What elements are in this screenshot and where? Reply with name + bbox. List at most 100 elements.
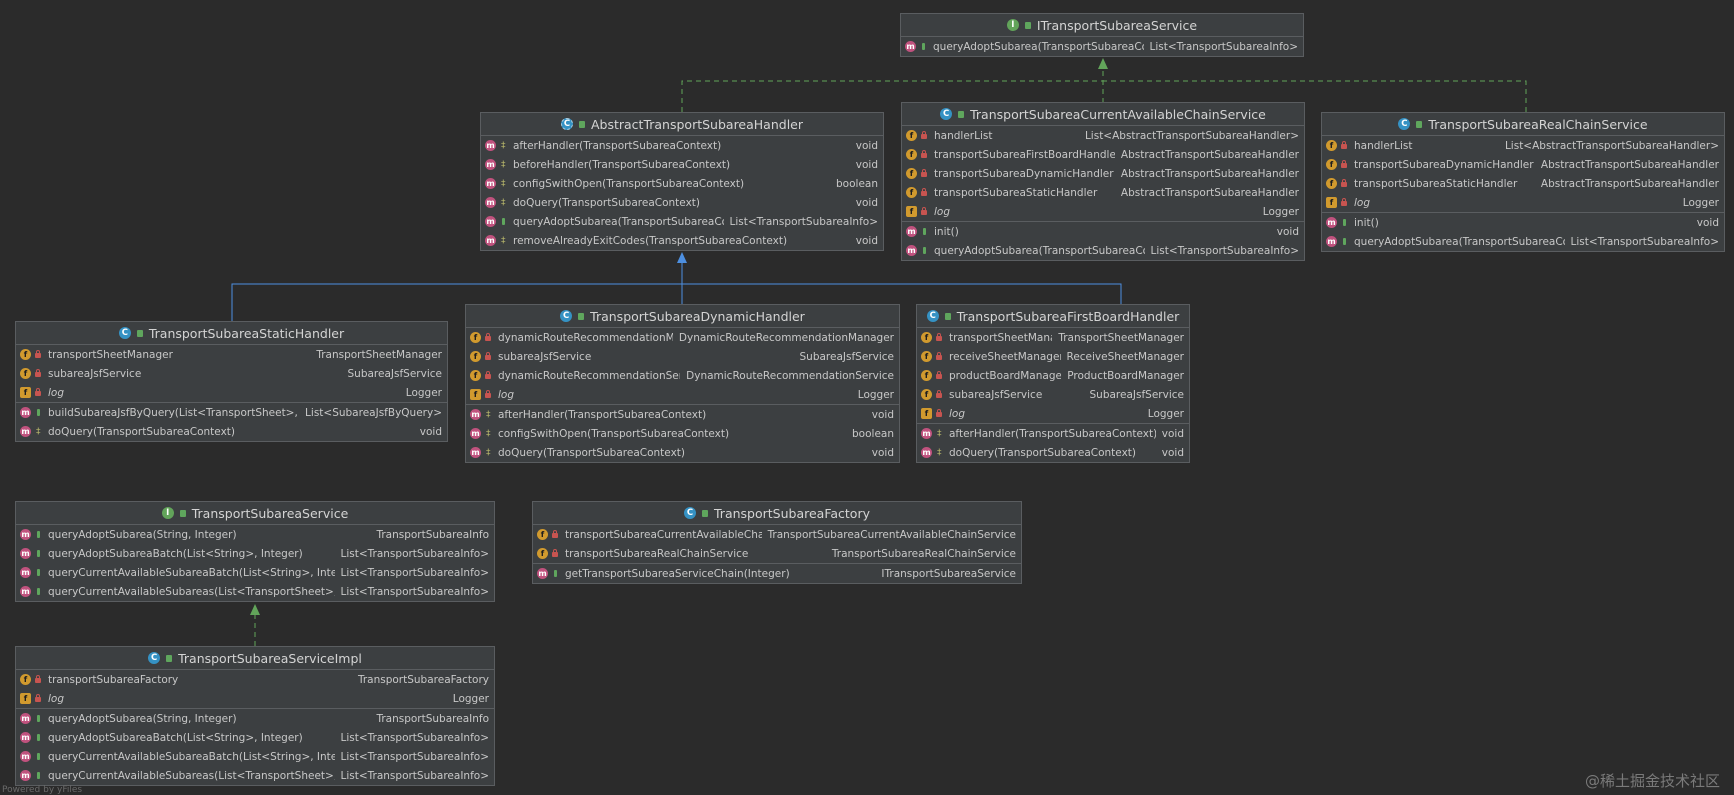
method-row[interactable]: m init() void bbox=[1322, 213, 1724, 232]
fields-section: f transportSheetManager TransportSheetMana… bbox=[917, 328, 1189, 424]
field-row[interactable]: f receiveSheetManager ReceiveSheetManager bbox=[917, 347, 1189, 366]
field-icon: f bbox=[537, 548, 548, 559]
method-row[interactable]: m queryAdoptSubarea(String, Integer) Trans… bbox=[16, 709, 494, 728]
member-name: queryAdoptSubarea(TransportSubareaContex… bbox=[933, 40, 1144, 53]
field-row[interactable]: f transportSubareaFirstBoardHandler Abstra… bbox=[902, 145, 1304, 164]
method-row[interactable]: m queryAdoptSubarea(TransportSubareaConte… bbox=[901, 37, 1303, 56]
field-row[interactable]: f transportSubareaRealChainService Transpo… bbox=[533, 544, 1021, 563]
class-header: C TransportSubareaDynamicHandler bbox=[466, 305, 899, 328]
field-row[interactable]: f subareaJsfService SubareaJsfService bbox=[917, 385, 1189, 404]
method-row[interactable]: m queryAdoptSubarea(TransportSubareaConte… bbox=[902, 241, 1304, 260]
field-row[interactable]: f log Logger bbox=[902, 202, 1304, 221]
method-row[interactable]: m afterHandler(TransportSubareaContext) vo… bbox=[917, 424, 1189, 443]
field-row[interactable]: f transportSubareaStaticHandler AbstractTr… bbox=[1322, 174, 1724, 193]
field-row[interactable]: f log Logger bbox=[917, 404, 1189, 423]
interface-kind-icon: I bbox=[1006, 19, 1019, 31]
method-row[interactable]: m queryAdoptSubarea(TransportSubareaConte… bbox=[481, 212, 883, 231]
method-icon: m bbox=[485, 197, 496, 208]
class-box-subarea-service[interactable]: I TransportSubareaService m queryAdoptSubar… bbox=[15, 501, 495, 602]
field-icon: f bbox=[906, 130, 917, 141]
field-row[interactable]: f transportSheetManager TransportSheetMana… bbox=[917, 328, 1189, 347]
public-visibility-icon bbox=[166, 654, 173, 662]
member-name: afterHandler(TransportSubareaContext) bbox=[513, 139, 722, 152]
field-row[interactable]: f log Logger bbox=[466, 385, 899, 404]
method-row[interactable]: m queryCurrentAvailableSubareaBatch(List<… bbox=[16, 747, 494, 766]
method-row[interactable]: m init() void bbox=[902, 222, 1304, 241]
member-name: subareaJsfService bbox=[949, 388, 1043, 401]
field-row[interactable]: f transportSubareaCurrentAvailableChainSe… bbox=[533, 525, 1021, 544]
field-row[interactable]: f log Logger bbox=[16, 689, 494, 708]
class-box-subarea-factory[interactable]: C TransportSubareaFactory f transportSubare… bbox=[532, 501, 1022, 584]
member-name: log bbox=[1354, 196, 1371, 209]
field-row[interactable]: f productBoardManager ProductBoardManager bbox=[917, 366, 1189, 385]
member-name: queryCurrentAvailableSubareaBatch(List<S… bbox=[48, 750, 335, 763]
member-type: void bbox=[1276, 225, 1299, 238]
method-row[interactable]: m afterHandler(TransportSubareaContext) vo… bbox=[466, 405, 899, 424]
field-row[interactable]: f log Logger bbox=[16, 383, 447, 402]
field-row[interactable]: f transportSheetManager TransportSheetMana… bbox=[16, 345, 447, 364]
public-visibility-icon bbox=[136, 329, 143, 337]
public-visibility-icon bbox=[34, 568, 42, 577]
methods-section: m afterHandler(TransportSubareaContext) vo… bbox=[917, 424, 1189, 462]
method-row[interactable]: m afterHandler(TransportSubareaContext) vo… bbox=[481, 136, 883, 155]
method-row[interactable]: m beforeHandler(TransportSubareaContext) v… bbox=[481, 155, 883, 174]
logger-field-icon: f bbox=[1326, 197, 1337, 208]
class-box-dynamic-handler[interactable]: C TransportSubareaDynamicHandler f dynamicR… bbox=[465, 304, 900, 463]
method-row[interactable]: m removeAlreadyExitCodes(TransportSubarea… bbox=[481, 231, 883, 250]
field-row[interactable]: f handlerList List<AbstractTransportSubare… bbox=[1322, 136, 1724, 155]
public-visibility-icon bbox=[34, 408, 42, 417]
field-icon: f bbox=[470, 351, 481, 362]
method-row[interactable]: m queryCurrentAvailableSubareaBatch(List<… bbox=[16, 563, 494, 582]
class-box-itransport-service[interactable]: I ITransportSubareaService m queryAdoptSuba… bbox=[900, 13, 1304, 57]
method-row[interactable]: m doQuery(TransportSubareaContext) void bbox=[466, 443, 899, 462]
method-row[interactable]: m queryAdoptSubareaBatch(List<String>, In… bbox=[16, 544, 494, 563]
public-visibility-icon bbox=[1416, 120, 1423, 128]
method-row[interactable]: m buildSubareaJsfByQuery(List<TransportSh… bbox=[16, 403, 447, 422]
fields-section: f handlerList List<AbstractTransportSubare… bbox=[902, 126, 1304, 222]
field-row[interactable]: f handlerList List<AbstractTransportSubare… bbox=[902, 126, 1304, 145]
class-box-firstboard-handler[interactable]: C TransportSubareaFirstBoardHandler f trans… bbox=[916, 304, 1190, 463]
class-box-current-chain[interactable]: C TransportSubareaCurrentAvailableChainSe… bbox=[901, 102, 1305, 261]
field-row[interactable]: f dynamicRouteRecommendationService Dynami… bbox=[466, 366, 899, 385]
method-row[interactable]: m doQuery(TransportSubareaContext) void bbox=[917, 443, 1189, 462]
class-box-service-impl[interactable]: C TransportSubareaServiceImpl f transportSu… bbox=[15, 646, 495, 786]
field-row[interactable]: f transportSubareaFactory TransportSubarea… bbox=[16, 670, 494, 689]
field-row[interactable]: f transportSubareaStaticHandler AbstractTr… bbox=[902, 183, 1304, 202]
field-icon: f bbox=[20, 674, 31, 685]
field-row[interactable]: f transportSubareaDynamicHandler AbstractT… bbox=[902, 164, 1304, 183]
method-icon: m bbox=[20, 732, 31, 743]
method-row[interactable]: m getTransportSubareaServiceChain(Integer… bbox=[533, 564, 1021, 583]
class-title: TransportSubareaFirstBoardHandler bbox=[956, 308, 1180, 324]
field-row[interactable]: f log Logger bbox=[1322, 193, 1724, 212]
protected-visibility-icon bbox=[935, 448, 943, 458]
field-row[interactable]: f subareaJsfService SubareaJsfService bbox=[16, 364, 447, 383]
method-row[interactable]: m configSwithOpen(TransportSubareaContext… bbox=[466, 424, 899, 443]
field-row[interactable]: f dynamicRouteRecommendationManager Dynami… bbox=[466, 328, 899, 347]
protected-visibility-icon bbox=[499, 141, 507, 151]
method-row[interactable]: m doQuery(TransportSubareaContext) void bbox=[16, 422, 447, 441]
method-row[interactable]: m doQuery(TransportSubareaContext) void bbox=[481, 193, 883, 212]
private-visibility-icon bbox=[551, 530, 559, 539]
method-row[interactable]: m queryAdoptSubareaBatch(List<String>, In… bbox=[16, 728, 494, 747]
method-row[interactable]: m queryCurrentAvailableSubareas(List<Tran… bbox=[16, 766, 494, 785]
protected-visibility-icon bbox=[34, 427, 42, 437]
field-row[interactable]: f subareaJsfService SubareaJsfService bbox=[466, 347, 899, 366]
method-row[interactable]: m queryAdoptSubarea(String, Integer) Trans… bbox=[16, 525, 494, 544]
method-row[interactable]: m configSwithOpen(TransportSubareaContext… bbox=[481, 174, 883, 193]
field-icon: f bbox=[1326, 159, 1337, 170]
member-type: List<AbstractTransportSubareaHandler> bbox=[1084, 129, 1299, 142]
public-visibility-icon bbox=[34, 530, 42, 539]
class-box-abstract-handler[interactable]: C AbstractTransportSubareaHandler m afterHa… bbox=[480, 112, 884, 251]
public-visibility-icon bbox=[920, 246, 928, 255]
method-icon: m bbox=[1326, 236, 1337, 247]
member-type: TransportSheetManager bbox=[1058, 331, 1184, 344]
interface-kind-icon: I bbox=[161, 507, 174, 519]
method-row[interactable]: m queryAdoptSubarea(TransportSubareaConte… bbox=[1322, 232, 1724, 251]
field-row[interactable]: f transportSubareaDynamicHandler AbstractT… bbox=[1322, 155, 1724, 174]
class-box-real-chain[interactable]: C TransportSubareaRealChainService f handle… bbox=[1321, 112, 1725, 252]
method-icon: m bbox=[537, 568, 548, 579]
class-box-static-handler[interactable]: C TransportSubareaStaticHandler f transport… bbox=[15, 321, 448, 442]
method-row[interactable]: m queryCurrentAvailableSubareas(List<Tran… bbox=[16, 582, 494, 601]
extends-arrowhead bbox=[677, 252, 687, 263]
fields-section: f transportSheetManager TransportSheetMana… bbox=[16, 345, 447, 403]
